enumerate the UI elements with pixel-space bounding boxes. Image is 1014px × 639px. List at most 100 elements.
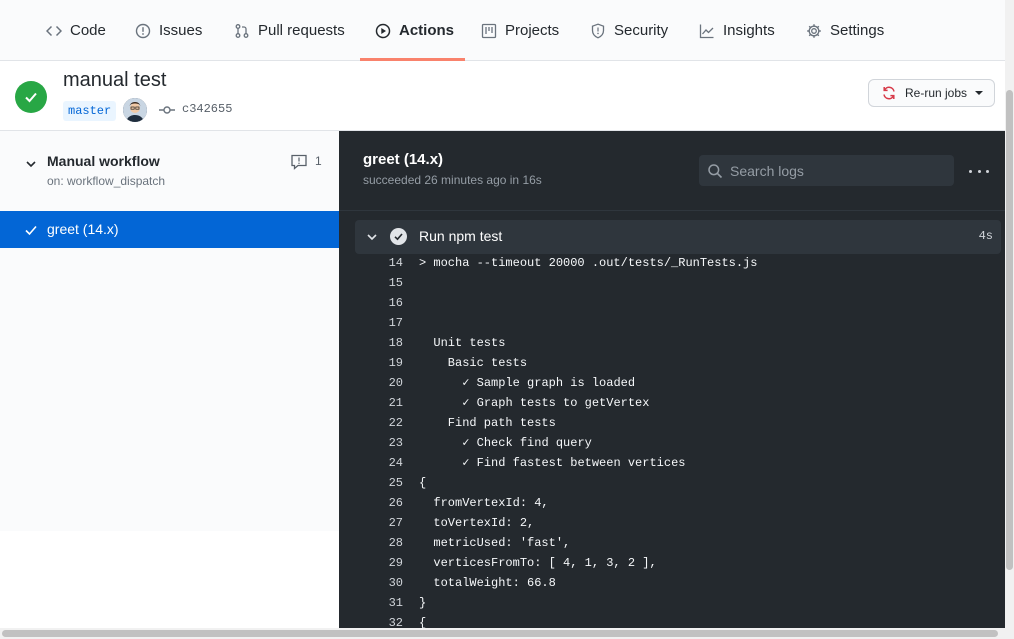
log-line: 19 Basic tests xyxy=(355,353,1001,373)
line-number[interactable]: 24 xyxy=(355,453,403,473)
line-number[interactable]: 19 xyxy=(355,353,403,373)
tab-label: Insights xyxy=(723,22,775,39)
line-number[interactable]: 14 xyxy=(355,253,403,273)
tab-security[interactable]: Security xyxy=(590,0,668,61)
code-icon xyxy=(46,23,62,39)
log-line: 16 xyxy=(355,293,1001,313)
log-text: Find path tests xyxy=(419,416,556,430)
chevron-down-icon xyxy=(365,230,379,244)
log-line: 24 ✓ Find fastest between vertices xyxy=(355,453,1001,473)
search-logs[interactable] xyxy=(699,155,954,186)
scroll-thumb[interactable] xyxy=(2,630,998,637)
workflow-sidebar xyxy=(0,131,339,531)
graph-icon xyxy=(699,23,715,39)
log-line: 17 xyxy=(355,313,1001,333)
log-text: ✓ Find fastest between vertices xyxy=(419,456,686,470)
log-line: 14 > mocha --timeout 20000 .out/tests/_Ru… xyxy=(355,253,1001,273)
sidebar-empty-area xyxy=(0,531,339,628)
more-options-icon[interactable] xyxy=(969,163,989,179)
tab-projects[interactable]: Projects xyxy=(481,0,559,61)
line-number[interactable]: 23 xyxy=(355,433,403,453)
tab-issues[interactable]: Issues xyxy=(135,0,202,61)
log-line: 27 toVertexId: 2, xyxy=(355,513,1001,533)
log-text: fromVertexId: 4, xyxy=(419,496,549,510)
page-title: manual test xyxy=(63,69,167,91)
line-number[interactable]: 27 xyxy=(355,513,403,533)
chevron-down-icon[interactable] xyxy=(24,157,38,171)
tab-code[interactable]: Code xyxy=(46,0,106,61)
log-line: 23 ✓ Check find query xyxy=(355,433,1001,453)
log-text: Unit tests xyxy=(419,336,506,350)
line-number[interactable]: 26 xyxy=(355,493,403,513)
tab-label: Code xyxy=(70,22,106,39)
line-number[interactable]: 30 xyxy=(355,573,403,593)
tab-settings[interactable]: Settings xyxy=(806,0,884,61)
job-status: succeeded 26 minutes ago in 16s xyxy=(363,173,542,187)
line-number[interactable]: 21 xyxy=(355,393,403,413)
horizontal-scrollbar[interactable] xyxy=(0,628,1005,639)
tab-label: Pull requests xyxy=(258,22,345,39)
line-number[interactable]: 28 xyxy=(355,533,403,553)
log-line: 18 Unit tests xyxy=(355,333,1001,353)
workflow-title[interactable]: Manual workflow xyxy=(47,153,160,169)
line-number[interactable]: 31 xyxy=(355,593,403,613)
tab-label: Security xyxy=(614,22,669,39)
vertical-scrollbar[interactable] xyxy=(1005,0,1014,639)
sidebar-item-job[interactable]: greet (14.x) xyxy=(0,211,339,248)
line-number[interactable]: 22 xyxy=(355,413,403,433)
rerun-label: Re-run jobs xyxy=(905,86,968,100)
workflow-trigger: on: workflow_dispatch xyxy=(47,174,166,188)
line-number[interactable]: 29 xyxy=(355,553,403,573)
scroll-thumb[interactable] xyxy=(1006,90,1013,570)
line-number[interactable]: 16 xyxy=(355,293,403,313)
log-line: 21 ✓ Graph tests to getVertex xyxy=(355,393,1001,413)
log-text: ✓ Sample graph is loaded xyxy=(419,376,636,390)
log-text: totalWeight: 66.8 xyxy=(419,576,556,590)
comment-icon[interactable] xyxy=(290,154,308,170)
play-icon xyxy=(375,23,391,39)
tab-pull-requests[interactable]: Pull requests xyxy=(234,0,345,61)
line-number[interactable]: 17 xyxy=(355,313,403,333)
success-status-icon xyxy=(15,81,47,113)
line-number[interactable]: 15 xyxy=(355,273,403,293)
tab-label: Actions xyxy=(399,22,455,39)
log-text: ✓ Graph tests to getVertex xyxy=(419,396,650,410)
search-icon xyxy=(707,163,723,179)
project-icon xyxy=(481,23,497,39)
log-lines: 14 > mocha --timeout 20000 .out/tests/_Ru… xyxy=(355,253,1001,628)
chevron-down-icon xyxy=(975,91,984,95)
repo-nav: Code Issues Pull requests Actions Projec… xyxy=(0,0,1005,61)
search-input[interactable] xyxy=(730,162,940,179)
line-number[interactable]: 32 xyxy=(355,613,403,628)
rerun-jobs-button[interactable]: Re-run jobs xyxy=(868,79,995,107)
log-text: { xyxy=(419,616,427,628)
job-label: greet (14.x) xyxy=(47,221,119,237)
line-number[interactable]: 20 xyxy=(355,373,403,393)
log-text: { xyxy=(419,476,427,490)
issue-icon xyxy=(135,23,151,39)
log-line: 32 { xyxy=(355,613,1001,628)
log-text: ✓ Check find query xyxy=(419,436,592,450)
line-number[interactable]: 25 xyxy=(355,473,403,493)
branch-badge[interactable]: master xyxy=(63,101,117,121)
log-line: 31} xyxy=(355,593,1001,613)
log-text: } xyxy=(419,596,427,610)
log-line: 22 Find path tests xyxy=(355,413,1001,433)
shield-icon xyxy=(590,23,606,39)
log-line: 26 fromVertexId: 4, xyxy=(355,493,1001,513)
line-number[interactable]: 18 xyxy=(355,333,403,353)
commit-sha-link[interactable]: c342655 xyxy=(182,102,232,116)
tab-label: Projects xyxy=(505,22,560,39)
pull-request-icon xyxy=(234,23,250,39)
step-name: Run npm test xyxy=(419,228,503,244)
tab-actions[interactable]: Actions xyxy=(375,0,454,61)
step-header[interactable]: Run npm test 4s xyxy=(355,220,1001,254)
gear-icon xyxy=(806,23,822,39)
log-line: 15 xyxy=(355,273,1001,293)
tab-insights[interactable]: Insights xyxy=(699,0,775,61)
avatar[interactable] xyxy=(123,98,147,122)
sync-icon xyxy=(881,85,897,101)
annotation-count: 1 xyxy=(315,154,322,168)
